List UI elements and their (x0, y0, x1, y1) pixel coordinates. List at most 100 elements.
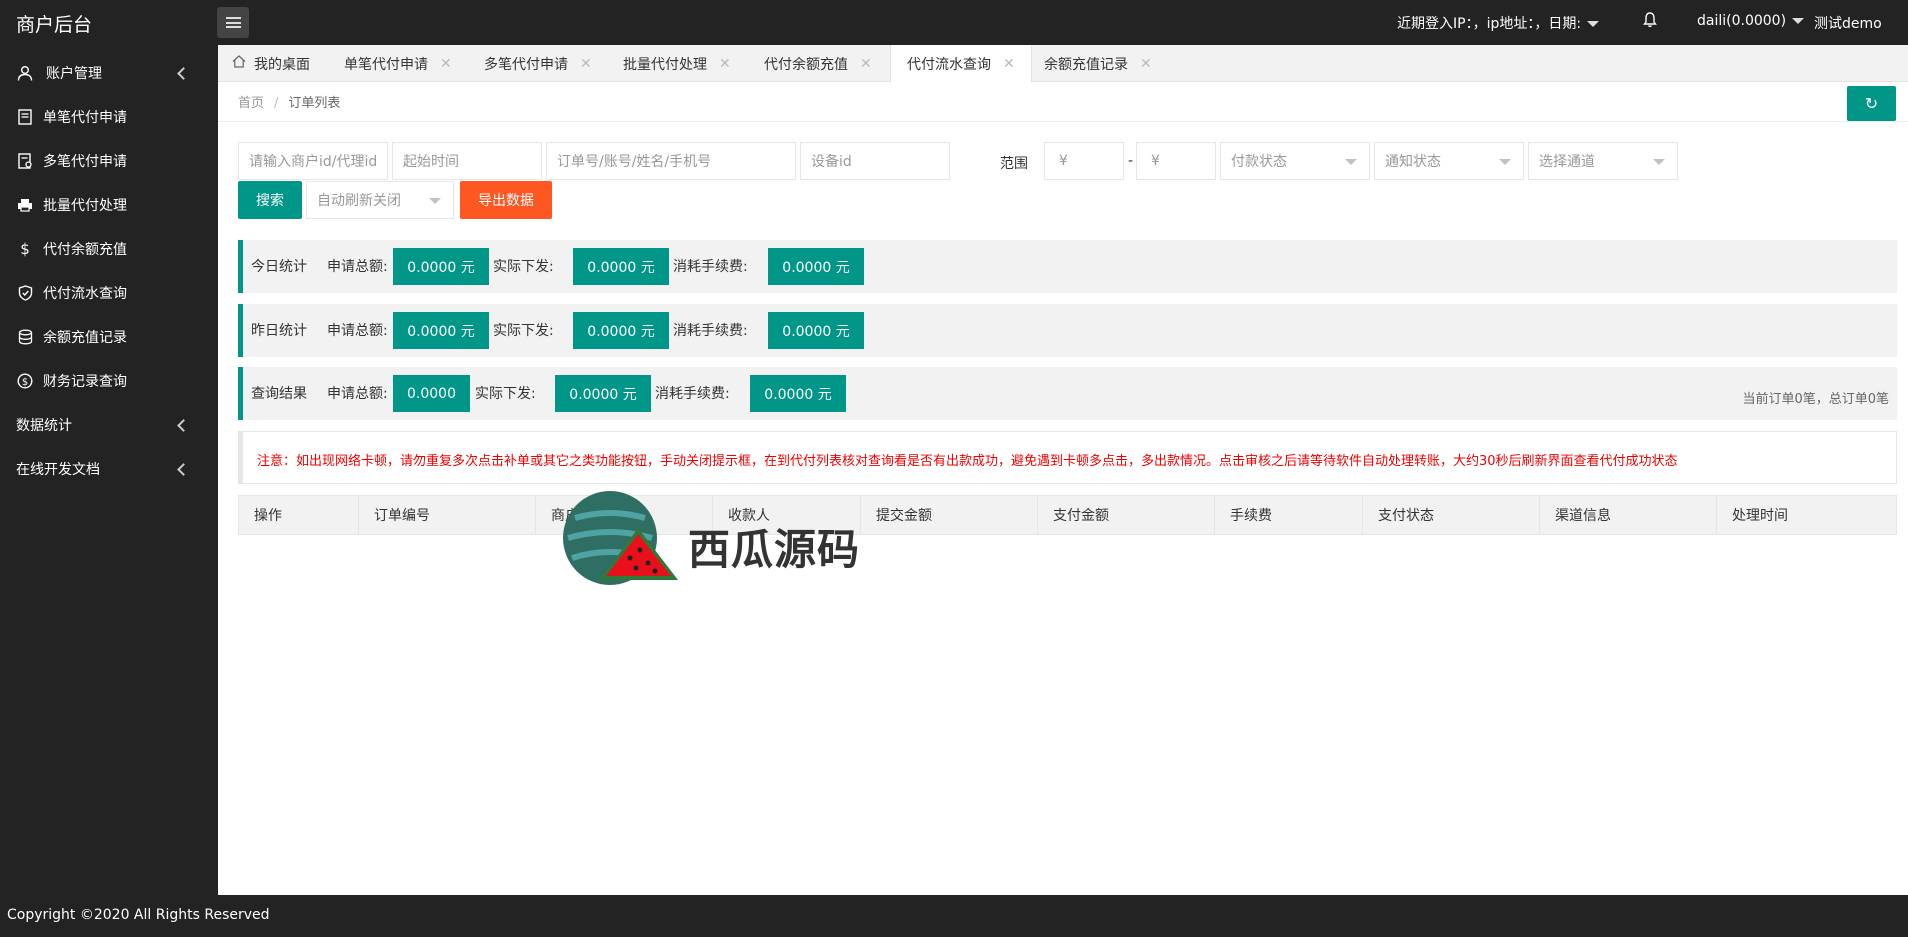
apply-total-label: 申请总额: (327, 386, 388, 402)
channel-select[interactable]: 选择通道 (1528, 142, 1678, 180)
tab-multi-payout[interactable]: 多笔代付申请 ✕ (484, 45, 592, 82)
sidebar-item-label: 批量代付处理 (43, 198, 127, 214)
notify-status-select[interactable]: 通知状态 (1374, 142, 1524, 180)
device-id-input[interactable]: 设备id (800, 142, 950, 180)
sidebar-item-label: 在线开发文档 (16, 462, 100, 478)
amount-min-input[interactable]: ¥ (1044, 142, 1124, 180)
select-value: 通知状态 (1385, 154, 1441, 170)
select-value: 自动刷新关闭 (317, 193, 401, 209)
sidebar-item-single-payout[interactable]: 单笔代付申请 (0, 95, 218, 139)
pay-status-select[interactable]: 付款状态 (1220, 142, 1370, 180)
fee-label: 消耗手续费: (655, 386, 730, 402)
order-count-text: 当前订单0笔，总订单0笔 (1742, 392, 1889, 407)
actual-issued-label: 实际下发: (493, 259, 554, 275)
user-balance-text: daili(0.0000) (1697, 13, 1787, 29)
refresh-button[interactable]: ↻ (1847, 86, 1896, 121)
printer-icon (16, 196, 34, 214)
sidebar-item-balance-recharge[interactable]: $ 代付余额充值 (0, 227, 218, 271)
close-icon[interactable]: ✕ (1003, 56, 1015, 72)
tab-label: 批量代付处理 (623, 56, 707, 73)
app-title: 商户后台 (16, 14, 93, 36)
caret-down-icon (1653, 159, 1665, 165)
tab-batch-payout[interactable]: 批量代付处理 ✕ (623, 45, 731, 82)
tab-label: 代付余额充值 (764, 56, 848, 73)
chevron-left-icon (177, 66, 190, 80)
user-name[interactable]: 测试demo (1814, 13, 1882, 33)
chevron-left-icon (177, 418, 190, 432)
order-search-input[interactable]: 订单号/账号/姓名/手机号 (546, 142, 796, 180)
close-icon[interactable]: ✕ (719, 56, 731, 72)
range-dash: - (1128, 153, 1134, 169)
user-balance-dropdown[interactable]: daili(0.0000) (1697, 13, 1805, 29)
sidebar: 账户管理 单笔代付申请 多笔代付申请 批量代付处理 $ 代付余额充值 代付流水查… (0, 45, 218, 895)
actual-issued-label: 实际下发: (493, 323, 554, 339)
caret-down-icon (1587, 21, 1600, 27)
sidebar-item-label: 数据统计 (16, 418, 72, 434)
export-button[interactable]: 导出数据 (460, 181, 552, 219)
stat-row-query-result: 查询结果 申请总额: 0.0000 实际下发: 0.0000 元 消耗手续费: … (238, 367, 1897, 420)
merchant-id-input[interactable]: 请输入商户id/代理id (238, 142, 388, 180)
document-icon (16, 108, 34, 126)
search-button[interactable]: 搜索 (238, 181, 302, 219)
tab-single-payout[interactable]: 单笔代付申请 ✕ (344, 45, 452, 82)
apply-total-label: 申请总额: (327, 323, 388, 339)
sidebar-item-payout-flow[interactable]: 代付流水查询 (0, 271, 218, 315)
sidebar-item-dev-docs[interactable]: 在线开发文档 (0, 447, 218, 491)
column-header: 处理时间 (1732, 508, 1788, 524)
sidebar-item-label: 余额充值记录 (43, 330, 127, 346)
sidebar-item-multi-payout[interactable]: 多笔代付申请 (0, 139, 218, 183)
placeholder-text: 请输入商户id/代理id (249, 154, 378, 170)
tab-payout-flow[interactable]: 代付流水查询 ✕ (890, 45, 1032, 82)
notice-text: 注意：如出现网络卡顿，请勿重复多次点击补单或其它之类功能按钮，手动关闭提示框，在… (257, 454, 1678, 469)
tab-home[interactable]: 我的桌面 (232, 45, 310, 82)
watermark: 西瓜源码 (560, 488, 900, 593)
chevron-left-icon (177, 462, 190, 476)
watermark-text: 西瓜源码 (688, 525, 861, 574)
watermelon-icon (563, 491, 678, 585)
apply-total-value: 0.0000 元 (393, 248, 489, 285)
tab-label: 我的桌面 (254, 56, 310, 73)
placeholder-text: 订单号/账号/姓名/手机号 (557, 154, 712, 170)
tab-label: 代付流水查询 (907, 56, 991, 73)
actual-issued-value: 0.0000 元 (573, 248, 669, 285)
menu-toggle-button[interactable] (217, 7, 249, 38)
actual-issued-value: 0.0000 元 (555, 375, 651, 412)
placeholder-text: 设备id (811, 154, 852, 170)
column-header: 操作 (239, 496, 359, 534)
breadcrumb-current: 订单列表 (288, 96, 341, 111)
placeholder-text: ¥ (1151, 153, 1160, 169)
close-icon[interactable]: ✕ (440, 56, 452, 72)
auto-refresh-select[interactable]: 自动刷新关闭 (306, 181, 454, 219)
amount-max-input[interactable]: ¥ (1136, 142, 1216, 180)
caret-down-icon (429, 198, 441, 204)
placeholder-text: ¥ (1059, 153, 1068, 169)
stat-row-today: 今日统计 申请总额: 0.0000 元 实际下发: 0.0000 元 消耗手续费… (238, 240, 1897, 293)
sidebar-item-finance-records[interactable]: $ 财务记录查询 (0, 359, 218, 403)
column-header: 渠道信息 (1540, 496, 1717, 534)
bell-icon[interactable] (1643, 12, 1657, 32)
fee-value: 0.0000 元 (768, 248, 864, 285)
apply-total-value: 0.0000 (393, 375, 470, 412)
close-icon[interactable]: ✕ (580, 56, 592, 72)
login-info-text: 近期登入IP：，ip地址：，日期: (1397, 16, 1582, 32)
fee-value: 0.0000 元 (750, 375, 846, 412)
caret-down-icon (1345, 159, 1357, 165)
sidebar-item-recharge-records[interactable]: 余额充值记录 (0, 315, 218, 359)
fee-value: 0.0000 元 (768, 312, 864, 349)
caret-down-icon (1499, 159, 1511, 165)
close-icon[interactable]: ✕ (1140, 56, 1152, 72)
tab-recharge-records[interactable]: 余额充值记录 ✕ (1044, 45, 1152, 82)
breadcrumb: 首页 / 订单列表 (238, 92, 340, 111)
breadcrumb-separator: / (274, 96, 279, 111)
sidebar-item-account[interactable]: 账户管理 (0, 51, 218, 95)
close-icon[interactable]: ✕ (860, 56, 872, 72)
sidebar-item-label: 账户管理 (46, 66, 102, 82)
tab-balance-recharge[interactable]: 代付余额充值 ✕ (764, 45, 872, 82)
stat-row-yesterday: 昨日统计 申请总额: 0.0000 元 实际下发: 0.0000 元 消耗手续费… (238, 304, 1897, 357)
login-info-dropdown[interactable]: 近期登入IP：，ip地址：，日期: (1397, 13, 1600, 33)
breadcrumb-home[interactable]: 首页 (238, 96, 264, 111)
sidebar-item-data-stats[interactable]: 数据统计 (0, 403, 218, 447)
footer: Copyright ©2020 All Rights Reserved (0, 895, 1908, 937)
sidebar-item-batch-payout[interactable]: 批量代付处理 (0, 183, 218, 227)
start-time-input[interactable]: 起始时间 (392, 142, 542, 180)
